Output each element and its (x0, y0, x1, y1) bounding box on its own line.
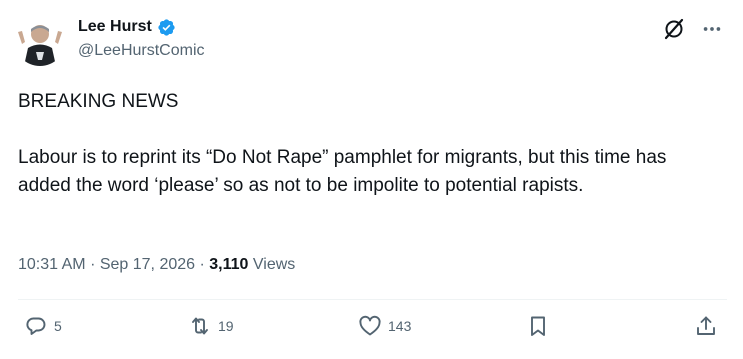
header-actions (659, 14, 727, 44)
like-count: 143 (388, 318, 412, 334)
bookmark-button[interactable] (526, 314, 550, 338)
tweet-text: BREAKING NEWS Labour is to reprint its “… (18, 88, 718, 200)
more-icon[interactable] (697, 14, 727, 44)
views-count: 3,110 (209, 256, 249, 273)
author-handle[interactable]: @LeeHurstComic (78, 42, 205, 60)
tweet-card: Lee Hurst @LeeHurstComic BREAKING NEWS L… (0, 0, 743, 359)
meta-separator: · (90, 256, 96, 273)
grok-icon[interactable] (659, 14, 689, 44)
reply-icon (24, 314, 48, 338)
tweet-meta: 10:31 AM · Sep 17, 2026 · 3,110 Views (18, 256, 295, 274)
meta-separator: · (199, 256, 205, 273)
verified-badge-icon (157, 18, 176, 37)
tweet-headline: BREAKING NEWS (18, 91, 179, 112)
tweet-paragraph: Labour is to reprint its “Do Not Rape” p… (18, 147, 667, 196)
share-icon (694, 314, 718, 338)
bookmark-icon (526, 314, 550, 338)
avatar-image (14, 14, 66, 66)
share-button[interactable] (694, 314, 718, 338)
repost-button[interactable]: 19 (188, 314, 234, 338)
repost-count: 19 (218, 318, 234, 334)
reply-button[interactable]: 5 (24, 314, 62, 338)
author-block: Lee Hurst @LeeHurstComic (78, 16, 205, 60)
heart-icon (358, 314, 382, 338)
repost-icon (188, 314, 212, 338)
like-button[interactable]: 143 (358, 314, 411, 338)
tweet-date[interactable]: Sep 17, 2026 (100, 256, 195, 273)
tweet-time[interactable]: 10:31 AM (18, 256, 86, 273)
views-label: Views (252, 256, 296, 273)
avatar[interactable] (14, 14, 66, 66)
divider (18, 299, 727, 300)
action-bar: 5 19 143 (0, 314, 743, 344)
reply-count: 5 (54, 318, 62, 334)
author-display-name[interactable]: Lee Hurst (78, 18, 152, 36)
